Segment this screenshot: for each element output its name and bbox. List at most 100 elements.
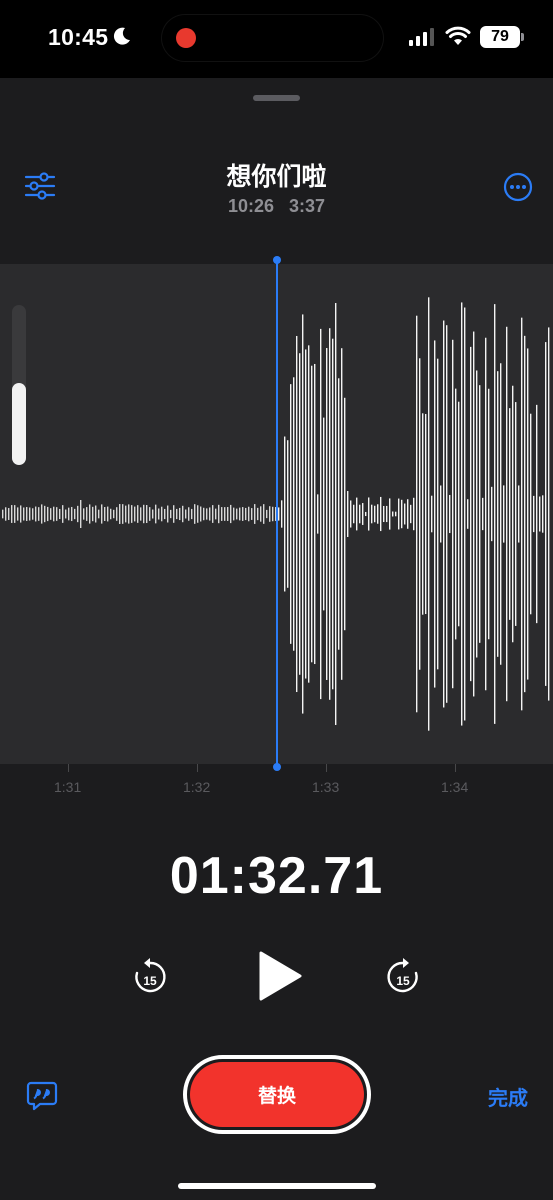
waveform-bar [155,504,157,524]
sheet-grabber[interactable] [253,95,300,101]
waveform-bar [476,370,478,658]
waveform-bar [191,508,193,520]
waveform-bar [422,413,424,615]
waveform-bar [494,304,496,724]
recording-title[interactable]: 想你们啦 [0,157,553,193]
waveform-bar [251,508,253,520]
waveform-bar [143,504,145,524]
waveform-bar [515,402,517,626]
waveform-bar [434,340,436,688]
waveform-bar [95,505,97,523]
skip-forward-label: 15 [396,974,410,988]
moon-icon [113,27,130,45]
waveform-bar [188,507,190,521]
waveform-bar [182,505,184,523]
waveform-bar [509,408,511,620]
waveform-bar [263,504,265,524]
waveform-bar [437,358,439,670]
waveform-bar [461,302,463,726]
done-button[interactable]: 完成 [488,1082,528,1111]
waveform-bar [470,346,472,682]
waveform-bar [272,506,274,522]
timeline-tick [326,764,327,772]
zoom-scrubber[interactable] [12,305,26,465]
waveform-bar [518,485,520,543]
waveform-bar [497,371,499,657]
playhead-top-handle[interactable] [273,256,281,264]
waveform-bar [311,365,313,663]
waveform-bar [68,507,70,521]
ellipsis-circle-icon[interactable] [503,172,533,202]
waveform-bar [329,328,331,700]
waveform-bar [242,507,244,521]
waveform-bar [41,504,43,524]
waveform-bar [11,505,13,523]
waveform-bar [122,504,124,524]
replace-record-button[interactable]: 替换 [183,1055,371,1134]
waveform-bar [524,335,526,693]
waveform-bar [407,499,409,529]
waveform-bar [545,342,547,686]
quote-bubble-icon[interactable] [26,1080,58,1112]
waveform-bar [212,505,214,523]
waveform-bar [293,377,295,651]
waveform-bar [284,436,286,592]
waveform-bar [467,499,469,529]
waveform-bar [194,504,196,524]
waveform-bar [371,504,373,524]
waveform-bar [305,349,307,679]
waveform-bar [338,378,340,650]
waveform-bar [119,504,121,524]
waveform-bar [458,401,460,627]
waveform-bar [89,504,91,524]
waveform-bar [479,385,481,643]
waveform-bar [200,506,202,522]
waveform-bar [203,507,205,521]
status-time: 10:45 [48,24,109,50]
waveform-bar [530,413,532,615]
play-icon[interactable] [255,950,303,1002]
waveform-bar [398,498,400,530]
waveform-bar [83,508,85,520]
skip-back-label: 15 [143,974,157,988]
waveform-bar [62,505,64,523]
waveform-bar [464,307,466,721]
waveform-bar [227,507,229,521]
waveform-bar [353,504,355,524]
waveform-bar [314,363,316,665]
waveform-bar [428,297,430,731]
waveform-bar [197,505,199,523]
waveform-bar [2,509,4,519]
waveform-bar [86,507,88,521]
waveform-bar [527,348,529,680]
waveform-bar [185,509,187,519]
battery-icon: 79 [480,26,524,48]
waveform-bar [161,506,163,522]
waveform-bar [29,507,31,521]
waveform-bar [413,497,415,531]
waveform-bar [302,314,304,714]
waveform-bar [104,507,106,521]
waveform-bar [395,511,397,517]
skip-forward-15-icon[interactable]: 15 [385,958,421,996]
home-indicator[interactable] [178,1183,376,1189]
waveform-bar [245,507,247,521]
waveform-bar [299,353,301,675]
recording-time: 10:26 [227,196,274,216]
waveform-bar [416,315,418,713]
skip-back-15-icon[interactable]: 15 [132,958,168,996]
waveform-bar [77,505,79,523]
zoom-scrubber-fill [12,383,26,465]
dynamic-island[interactable] [162,15,383,61]
waveform-bar [344,397,346,631]
playhead[interactable] [273,256,281,771]
waveform-bar [167,505,169,523]
cellular-signal-icon [409,28,434,46]
waveform-bar [92,506,94,522]
waveform-bar [368,497,370,531]
waveform-bar [356,497,358,531]
waveform-bar [116,507,118,521]
waveform-bar [260,506,262,522]
waveform-bar [107,506,109,522]
waveform-bar [383,505,385,523]
